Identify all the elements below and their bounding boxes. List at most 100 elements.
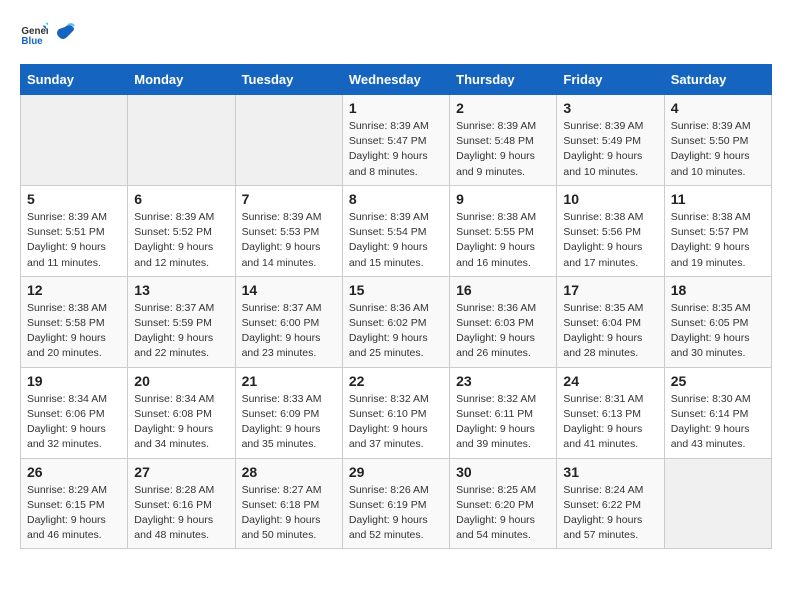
week-row-5: 26 Sunrise: 8:29 AM Sunset: 6:15 PM Dayli… [21,458,772,549]
header: General Blue [20,20,772,48]
day-number: 22 [349,373,443,389]
day-cell: 13 Sunrise: 8:37 AM Sunset: 5:59 PM Dayli… [128,276,235,367]
day-cell: 12 Sunrise: 8:38 AM Sunset: 5:58 PM Dayli… [21,276,128,367]
day-cell: 19Sunrise: 8:34 AM Sunset: 6:06 PM Dayli… [21,367,128,458]
day-number: 26 [27,464,121,480]
day-cell: 30 Sunrise: 8:25 AM Sunset: 6:20 PM Dayli… [450,458,557,549]
day-info: Sunrise: 8:39 AM Sunset: 5:48 PM Dayligh… [456,119,550,180]
weekday-header-tuesday: Tuesday [235,65,342,95]
day-info: Sunrise: 8:35 AM Sunset: 6:05 PM Dayligh… [671,301,765,362]
day-cell [664,458,771,549]
day-cell: 29 Sunrise: 8:26 AM Sunset: 6:19 PM Dayli… [342,458,449,549]
day-number: 8 [349,191,443,207]
day-number: 30 [456,464,550,480]
day-number: 16 [456,282,550,298]
day-info: Sunrise: 8:36 AM Sunset: 6:03 PM Dayligh… [456,301,550,362]
day-number: 9 [456,191,550,207]
day-number: 1 [349,100,443,116]
day-cell [128,95,235,186]
day-number: 4 [671,100,765,116]
day-info: Sunrise: 8:38 AM Sunset: 5:58 PM Dayligh… [27,301,121,362]
day-cell: 15 Sunrise: 8:36 AM Sunset: 6:02 PM Dayli… [342,276,449,367]
day-number: 6 [134,191,228,207]
day-info: Sunrise: 8:25 AM Sunset: 6:20 PM Dayligh… [456,483,550,544]
day-info: Sunrise: 8:32 AM Sunset: 6:11 PM Dayligh… [456,392,550,453]
day-info: Sunrise: 8:38 AM Sunset: 5:56 PM Dayligh… [563,210,657,271]
logo-icon: General Blue [20,20,48,48]
day-number: 10 [563,191,657,207]
day-number: 31 [563,464,657,480]
weekday-header-thursday: Thursday [450,65,557,95]
day-info: Sunrise: 8:39 AM Sunset: 5:49 PM Dayligh… [563,119,657,180]
day-cell: 6Sunrise: 8:39 AM Sunset: 5:52 PM Daylig… [128,185,235,276]
day-info: Sunrise: 8:38 AM Sunset: 5:55 PM Dayligh… [456,210,550,271]
day-info: Sunrise: 8:33 AM Sunset: 6:09 PM Dayligh… [242,392,336,453]
day-info: Sunrise: 8:37 AM Sunset: 6:00 PM Dayligh… [242,301,336,362]
day-number: 15 [349,282,443,298]
day-info: Sunrise: 8:28 AM Sunset: 6:16 PM Dayligh… [134,483,228,544]
day-cell: 31 Sunrise: 8:24 AM Sunset: 6:22 PM Dayli… [557,458,664,549]
day-info: Sunrise: 8:26 AM Sunset: 6:19 PM Dayligh… [349,483,443,544]
week-row-4: 19Sunrise: 8:34 AM Sunset: 6:06 PM Dayli… [21,367,772,458]
day-info: Sunrise: 8:39 AM Sunset: 5:53 PM Dayligh… [242,210,336,271]
day-cell: 23 Sunrise: 8:32 AM Sunset: 6:11 PM Dayli… [450,367,557,458]
day-number: 25 [671,373,765,389]
day-info: Sunrise: 8:39 AM Sunset: 5:47 PM Dayligh… [349,119,443,180]
weekday-header-wednesday: Wednesday [342,65,449,95]
day-cell: 17 Sunrise: 8:35 AM Sunset: 6:04 PM Dayli… [557,276,664,367]
day-info: Sunrise: 8:36 AM Sunset: 6:02 PM Dayligh… [349,301,443,362]
day-info: Sunrise: 8:30 AM Sunset: 6:14 PM Dayligh… [671,392,765,453]
day-number: 2 [456,100,550,116]
calendar-table: SundayMondayTuesdayWednesdayThursdayFrid… [20,64,772,549]
day-number: 11 [671,191,765,207]
day-number: 14 [242,282,336,298]
day-number: 12 [27,282,121,298]
weekday-header-sunday: Sunday [21,65,128,95]
day-cell: 24Sunrise: 8:31 AM Sunset: 6:13 PM Dayli… [557,367,664,458]
weekday-header-saturday: Saturday [664,65,771,95]
day-cell: 20Sunrise: 8:34 AM Sunset: 6:08 PM Dayli… [128,367,235,458]
day-info: Sunrise: 8:35 AM Sunset: 6:04 PM Dayligh… [563,301,657,362]
day-number: 27 [134,464,228,480]
weekday-header-row: SundayMondayTuesdayWednesdayThursdayFrid… [21,65,772,95]
day-info: Sunrise: 8:39 AM Sunset: 5:51 PM Dayligh… [27,210,121,271]
day-number: 29 [349,464,443,480]
day-cell: 11Sunrise: 8:38 AM Sunset: 5:57 PM Dayli… [664,185,771,276]
day-cell: 26 Sunrise: 8:29 AM Sunset: 6:15 PM Dayli… [21,458,128,549]
day-info: Sunrise: 8:24 AM Sunset: 6:22 PM Dayligh… [563,483,657,544]
day-number: 19 [27,373,121,389]
day-info: Sunrise: 8:32 AM Sunset: 6:10 PM Dayligh… [349,392,443,453]
weekday-header-monday: Monday [128,65,235,95]
day-number: 28 [242,464,336,480]
day-cell: 7 Sunrise: 8:39 AM Sunset: 5:53 PM Daylig… [235,185,342,276]
week-row-2: 5 Sunrise: 8:39 AM Sunset: 5:51 PM Daylig… [21,185,772,276]
day-cell: 8Sunrise: 8:39 AM Sunset: 5:54 PM Daylig… [342,185,449,276]
day-number: 7 [242,191,336,207]
day-cell: 21 Sunrise: 8:33 AM Sunset: 6:09 PM Dayli… [235,367,342,458]
day-cell: 2 Sunrise: 8:39 AM Sunset: 5:48 PM Daylig… [450,95,557,186]
day-number: 18 [671,282,765,298]
day-cell: 22 Sunrise: 8:32 AM Sunset: 6:10 PM Dayli… [342,367,449,458]
day-cell: 14 Sunrise: 8:37 AM Sunset: 6:00 PM Dayli… [235,276,342,367]
day-cell: 9 Sunrise: 8:38 AM Sunset: 5:55 PM Daylig… [450,185,557,276]
svg-text:Blue: Blue [21,36,43,47]
day-cell: 28Sunrise: 8:27 AM Sunset: 6:18 PM Dayli… [235,458,342,549]
day-info: Sunrise: 8:31 AM Sunset: 6:13 PM Dayligh… [563,392,657,453]
day-cell [235,95,342,186]
logo: General Blue [20,20,75,48]
day-info: Sunrise: 8:37 AM Sunset: 5:59 PM Dayligh… [134,301,228,362]
day-info: Sunrise: 8:39 AM Sunset: 5:50 PM Dayligh… [671,119,765,180]
day-number: 13 [134,282,228,298]
day-info: Sunrise: 8:29 AM Sunset: 6:15 PM Dayligh… [27,483,121,544]
day-cell: 3 Sunrise: 8:39 AM Sunset: 5:49 PM Daylig… [557,95,664,186]
day-number: 17 [563,282,657,298]
day-number: 3 [563,100,657,116]
day-cell: 1 Sunrise: 8:39 AM Sunset: 5:47 PM Daylig… [342,95,449,186]
day-number: 5 [27,191,121,207]
logo-wave-icon [53,23,75,45]
day-number: 21 [242,373,336,389]
day-cell: 18 Sunrise: 8:35 AM Sunset: 6:05 PM Dayli… [664,276,771,367]
day-cell: 16 Sunrise: 8:36 AM Sunset: 6:03 PM Dayli… [450,276,557,367]
day-number: 23 [456,373,550,389]
day-cell: 27 Sunrise: 8:28 AM Sunset: 6:16 PM Dayli… [128,458,235,549]
